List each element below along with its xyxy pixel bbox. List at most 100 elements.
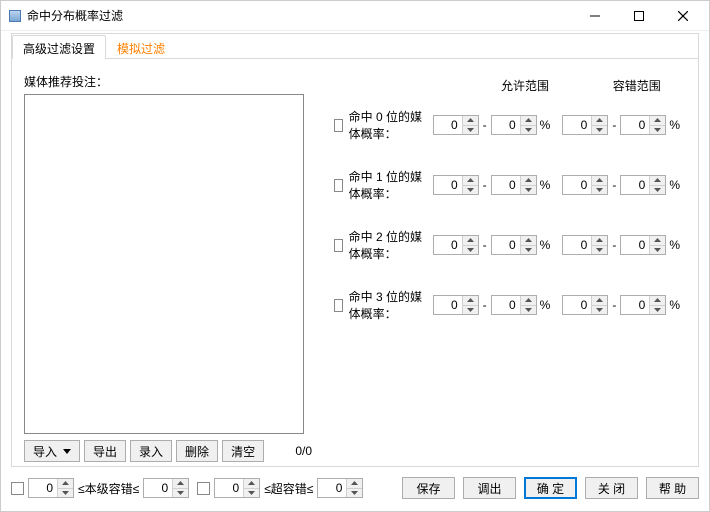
minimize-button[interactable]	[573, 2, 617, 30]
spin-down-icon[interactable]	[521, 245, 536, 255]
allow-min-2-input[interactable]	[434, 236, 462, 254]
spin-up-icon[interactable]	[592, 176, 607, 185]
spin-down-icon[interactable]	[650, 305, 665, 315]
import-button[interactable]: 导入	[24, 440, 80, 462]
percent: %	[540, 178, 551, 192]
row-checkbox[interactable]	[334, 239, 343, 252]
allow-max-3-input[interactable]	[492, 296, 520, 314]
tol-max-2-input[interactable]	[621, 236, 649, 254]
spin-down-icon[interactable]	[592, 185, 607, 195]
spin-up-icon[interactable]	[592, 236, 607, 245]
tol-min-3[interactable]	[562, 295, 608, 315]
app-window: 命中分布概率过滤 高级过滤设置 模拟过滤 媒体推荐投注： 导入 导出 录入 删除…	[0, 0, 710, 512]
tol-min-1[interactable]	[562, 175, 608, 195]
allow-max-2-input[interactable]	[492, 236, 520, 254]
spin-down-icon[interactable]	[650, 185, 665, 195]
spin-down-icon[interactable]	[58, 488, 73, 498]
spin-up-icon[interactable]	[463, 116, 478, 125]
level-tol-max[interactable]	[143, 478, 189, 498]
spin-up-icon[interactable]	[58, 479, 73, 488]
tol-min-2-input[interactable]	[563, 236, 591, 254]
media-listbox[interactable]	[24, 94, 304, 434]
tol-max-0-input[interactable]	[621, 116, 649, 134]
spin-down-icon[interactable]	[463, 305, 478, 315]
allow-min-1-input[interactable]	[434, 176, 462, 194]
clear-button[interactable]: 清空	[222, 440, 264, 462]
level-tolerance-checkbox[interactable]	[11, 482, 24, 495]
spin-down-icon[interactable]	[592, 125, 607, 135]
media-label: 媒体推荐投注：	[24, 73, 314, 90]
spin-down-icon[interactable]	[650, 125, 665, 135]
row-checkbox[interactable]	[334, 119, 343, 132]
enter-button[interactable]: 录入	[130, 440, 172, 462]
allow-min-1[interactable]	[433, 175, 479, 195]
allow-min-3[interactable]	[433, 295, 479, 315]
spin-up-icon[interactable]	[592, 296, 607, 305]
tol-max-2[interactable]	[620, 235, 666, 255]
spin-down-icon[interactable]	[592, 305, 607, 315]
tol-max-3-input[interactable]	[621, 296, 649, 314]
spin-down-icon[interactable]	[463, 125, 478, 135]
allow-max-3[interactable]	[491, 295, 537, 315]
allow-max-1[interactable]	[491, 175, 537, 195]
spin-down-icon[interactable]	[521, 185, 536, 195]
spin-down-icon[interactable]	[463, 185, 478, 195]
allow-min-2[interactable]	[433, 235, 479, 255]
tol-max-0[interactable]	[620, 115, 666, 135]
level-tol-max-input[interactable]	[144, 479, 172, 497]
allow-min-0-input[interactable]	[434, 116, 462, 134]
spin-up-icon[interactable]	[521, 296, 536, 305]
allow-max-0-input[interactable]	[492, 116, 520, 134]
spin-up-icon[interactable]	[463, 176, 478, 185]
spin-up-icon[interactable]	[463, 236, 478, 245]
save-button[interactable]: 保存	[402, 477, 455, 499]
allow-min-3-input[interactable]	[434, 296, 462, 314]
spin-down-icon[interactable]	[521, 125, 536, 135]
spin-down-icon[interactable]	[592, 245, 607, 255]
tol-min-3-input[interactable]	[563, 296, 591, 314]
spin-up-icon[interactable]	[521, 116, 536, 125]
export-button[interactable]: 导出	[84, 440, 126, 462]
spin-down-icon[interactable]	[463, 245, 478, 255]
maximize-button[interactable]	[617, 2, 661, 30]
tol-min-1-input[interactable]	[563, 176, 591, 194]
allow-max-2[interactable]	[491, 235, 537, 255]
tol-min-0[interactable]	[562, 115, 608, 135]
spin-up-icon[interactable]	[521, 236, 536, 245]
allow-min-0[interactable]	[433, 115, 479, 135]
super-tol-max[interactable]	[317, 478, 363, 498]
load-button[interactable]: 调出	[463, 477, 516, 499]
delete-button[interactable]: 删除	[176, 440, 218, 462]
row-checkbox[interactable]	[334, 179, 343, 192]
level-tol-min[interactable]	[28, 478, 74, 498]
percent: %	[669, 298, 680, 312]
allow-max-1-input[interactable]	[492, 176, 520, 194]
super-tolerance-checkbox[interactable]	[197, 482, 210, 495]
spin-up-icon[interactable]	[650, 116, 665, 125]
spin-down-icon[interactable]	[650, 245, 665, 255]
spin-up-icon[interactable]	[650, 176, 665, 185]
close-dialog-button[interactable]: 关 闭	[585, 477, 638, 499]
level-tol-min-input[interactable]	[29, 479, 57, 497]
super-tol-min[interactable]	[214, 478, 260, 498]
help-button[interactable]: 帮 助	[646, 477, 699, 499]
tol-max-3[interactable]	[620, 295, 666, 315]
tab-advanced[interactable]: 高级过滤设置	[12, 35, 106, 59]
ok-button[interactable]: 确 定	[524, 477, 577, 499]
spin-up-icon[interactable]	[650, 236, 665, 245]
tol-min-2[interactable]	[562, 235, 608, 255]
spin-up-icon[interactable]	[463, 296, 478, 305]
super-tol-max-input[interactable]	[318, 479, 346, 497]
spin-down-icon[interactable]	[521, 305, 536, 315]
tab-simulate[interactable]: 模拟过滤	[106, 35, 176, 59]
tol-max-1[interactable]	[620, 175, 666, 195]
close-button[interactable]	[661, 2, 705, 30]
super-tol-min-input[interactable]	[215, 479, 243, 497]
spin-up-icon[interactable]	[650, 296, 665, 305]
spin-up-icon[interactable]	[521, 176, 536, 185]
tol-max-1-input[interactable]	[621, 176, 649, 194]
spin-up-icon[interactable]	[592, 116, 607, 125]
row-checkbox[interactable]	[334, 299, 343, 312]
tol-min-0-input[interactable]	[563, 116, 591, 134]
allow-max-0[interactable]	[491, 115, 537, 135]
